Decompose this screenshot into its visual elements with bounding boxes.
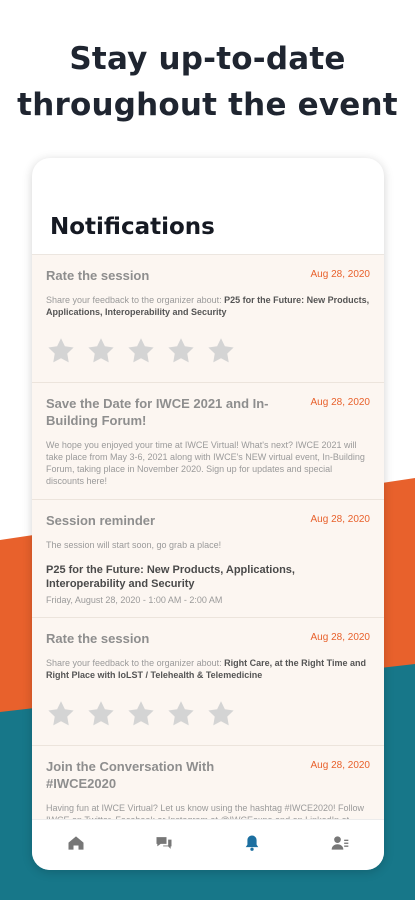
chat-icon xyxy=(154,833,174,858)
notification-card[interactable]: Rate the session Aug 28, 2020 Share your… xyxy=(32,255,384,383)
notifications-list[interactable]: Rate the session Aug 28, 2020 Share your… xyxy=(32,254,384,820)
star-icon[interactable] xyxy=(206,336,236,366)
notification-title: Join the Conversation With #IWCE2020 xyxy=(46,759,215,791)
star-icon[interactable] xyxy=(46,699,76,729)
headline-line-2: throughout the event xyxy=(17,87,398,123)
rating-stars xyxy=(46,699,370,729)
notification-title: Save the Date for IWCE 2021 and In-Build… xyxy=(46,396,269,428)
promo-headline: Stay up-to-date throughout the event xyxy=(0,36,415,128)
headline-line-1: Stay up-to-date xyxy=(69,41,346,77)
tab-profile[interactable] xyxy=(320,825,360,865)
notification-title: Rate the session xyxy=(46,631,150,646)
notification-date: Aug 28, 2020 xyxy=(310,397,371,408)
notification-body: Share your feedback to the organizer abo… xyxy=(46,657,370,681)
page-title: Notifications xyxy=(50,214,215,240)
bell-icon xyxy=(242,833,262,858)
star-icon[interactable] xyxy=(166,699,196,729)
notification-date: Aug 28, 2020 xyxy=(310,632,371,643)
phone-screen: Notifications Rate the session Aug 28, 2… xyxy=(32,158,384,870)
notification-body-prefix: Share your feedback to the organizer abo… xyxy=(46,658,222,668)
notification-card[interactable]: Save the Date for IWCE 2021 and In-Build… xyxy=(32,383,384,500)
bottom-tab-bar xyxy=(32,819,384,870)
notification-body: The session will start soon, go grab a p… xyxy=(46,540,222,550)
star-icon[interactable] xyxy=(126,699,156,729)
tab-home[interactable] xyxy=(56,825,96,865)
profile-icon xyxy=(330,833,350,858)
notification-body: Share your feedback to the organizer abo… xyxy=(46,294,370,318)
star-icon[interactable] xyxy=(206,699,236,729)
session-name[interactable]: P25 for the Future: New Products, Applic… xyxy=(46,563,370,591)
star-icon[interactable] xyxy=(46,336,76,366)
notification-card[interactable]: Rate the session Aug 28, 2020 Share your… xyxy=(32,618,384,746)
notification-title: Rate the session xyxy=(46,268,150,283)
rating-stars xyxy=(46,336,370,366)
tab-notifications[interactable] xyxy=(232,825,272,865)
notification-title: Session reminder xyxy=(46,513,156,528)
notification-card[interactable]: Session reminder Aug 28, 2020 The sessio… xyxy=(32,500,384,618)
notification-body-prefix: Share your feedback to the organizer abo… xyxy=(46,295,222,305)
star-icon[interactable] xyxy=(166,336,196,366)
session-time: Friday, August 28, 2020 - 1:00 AM - 2:00… xyxy=(46,595,223,605)
home-icon xyxy=(66,833,86,858)
tab-chat[interactable] xyxy=(144,825,184,865)
notification-card[interactable]: Join the Conversation With #IWCE2020 Aug… xyxy=(32,746,384,820)
star-icon[interactable] xyxy=(86,336,116,366)
notification-body: Having fun at IWCE Virtual? Let us know … xyxy=(46,803,365,820)
notification-body: We hope you enjoyed your time at IWCE Vi… xyxy=(46,440,365,486)
notification-date: Aug 28, 2020 xyxy=(310,760,371,771)
notification-date: Aug 28, 2020 xyxy=(310,269,371,280)
star-icon[interactable] xyxy=(126,336,156,366)
star-icon[interactable] xyxy=(86,699,116,729)
notification-date: Aug 28, 2020 xyxy=(310,514,371,525)
